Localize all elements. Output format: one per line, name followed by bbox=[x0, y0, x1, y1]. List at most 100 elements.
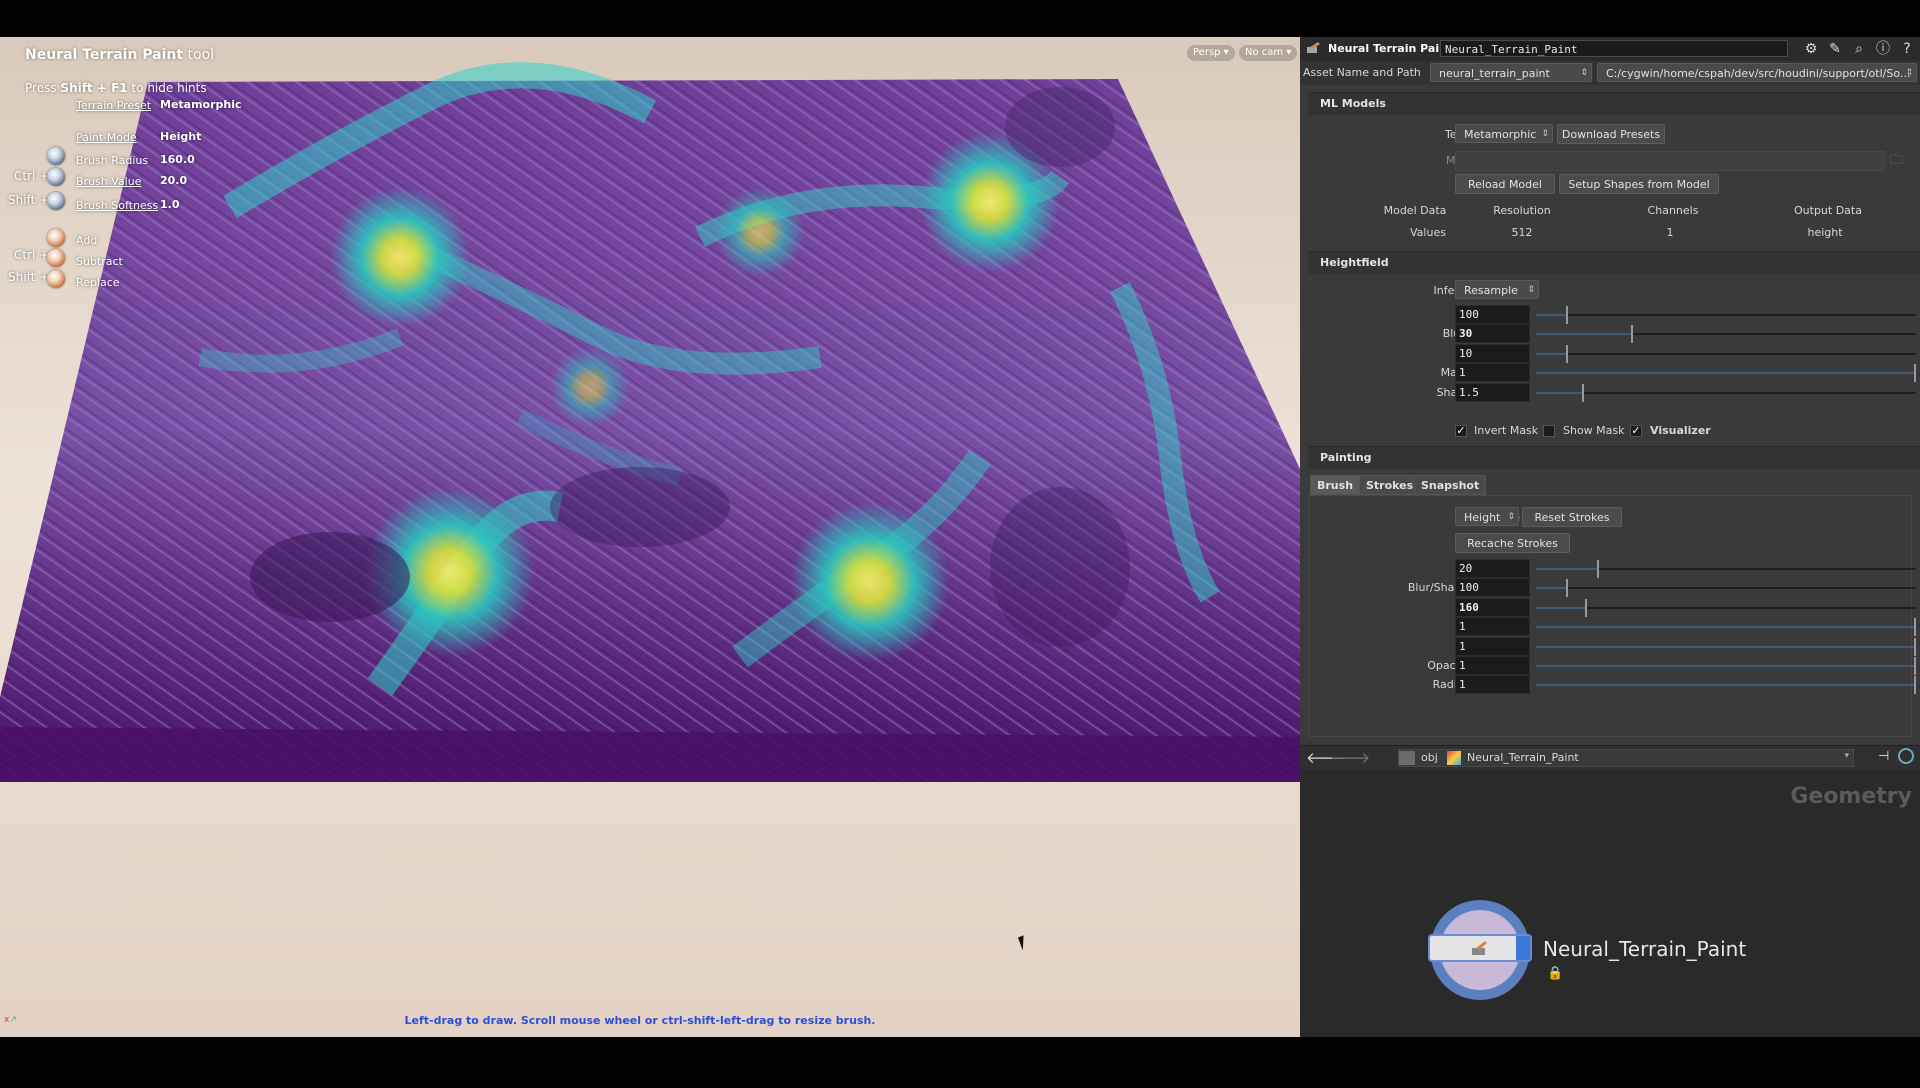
slider-handle[interactable] bbox=[1914, 637, 1916, 656]
hint-prefix: Press bbox=[25, 81, 57, 95]
parameter-panel: Neural Terrain Paint Neural_Terrain_Pain… bbox=[1300, 37, 1920, 1037]
lock-icon[interactable]: 🔒 bbox=[1547, 966, 1563, 981]
invert-mask-checkbox[interactable]: ✓ bbox=[1455, 425, 1467, 437]
tab-brush[interactable]: Brush bbox=[1310, 475, 1361, 495]
paint-mode-select[interactable]: Height ⇕ bbox=[1455, 507, 1519, 526]
table-cell: 1 bbox=[1666, 226, 1674, 239]
asset-path-value: C:/cygwin/home/cspah/dev/src/houdini/sup… bbox=[1606, 67, 1911, 80]
section-ml-models[interactable]: ML Models bbox=[1308, 92, 1920, 115]
slider-handle[interactable] bbox=[1585, 598, 1588, 617]
reload-model-button[interactable]: Reload Model bbox=[1455, 174, 1555, 194]
hud-brush-value-label: Brush Value bbox=[76, 175, 142, 188]
mouse-left-icon bbox=[47, 249, 65, 267]
brush-value-slider[interactable] bbox=[1536, 560, 1916, 578]
network-path-bar[interactable]: obj Neural_Terrain_Paint ▾ bbox=[1398, 749, 1854, 767]
visualizer-checkbox[interactable]: ✓ bbox=[1630, 425, 1642, 437]
blur-mask-field[interactable]: 10 bbox=[1455, 343, 1530, 363]
terrain-preset-select[interactable]: Metamorphic ⇕ bbox=[1455, 124, 1553, 143]
hud-subtract-label: Subtract bbox=[76, 255, 123, 268]
blur-sharpen-radius-slider[interactable] bbox=[1536, 579, 1916, 598]
setup-shapes-button[interactable]: Setup Shapes from Model bbox=[1559, 174, 1719, 194]
mask-strength-field[interactable]: 1 bbox=[1455, 363, 1530, 383]
slider-handle[interactable] bbox=[1631, 325, 1633, 344]
section-heightfield[interactable]: Heightfield bbox=[1308, 251, 1920, 274]
updown-icon: ⇕ bbox=[1905, 68, 1913, 78]
table-cell: 512 bbox=[1511, 226, 1533, 239]
network-view[interactable]: Geometry Neural_Terrain_Paint 🔒 bbox=[1300, 770, 1920, 1037]
mouse-wheel-icon bbox=[47, 192, 65, 210]
download-presets-button[interactable]: Download Presets bbox=[1557, 124, 1665, 144]
network-context-label: Geometry bbox=[1790, 784, 1912, 809]
tool-name: Neural Terrain Paint bbox=[25, 47, 184, 63]
camera-persp-button[interactable]: Persp ▾ bbox=[1187, 45, 1235, 61]
hud-paint-mode-value: Height bbox=[160, 130, 202, 143]
inference-blend-select[interactable]: Resample ⇕ bbox=[1455, 280, 1539, 299]
slider-handle[interactable] bbox=[1581, 383, 1584, 402]
camera-cam-button[interactable]: No cam ▾ bbox=[1239, 45, 1298, 61]
slider-handle[interactable] bbox=[1914, 618, 1916, 637]
hud-terrain-preset-label: Terrain Preset bbox=[76, 99, 152, 112]
blur-mask-slider[interactable] bbox=[1536, 344, 1916, 363]
updown-icon: ⇕ bbox=[1507, 512, 1515, 522]
help-icon[interactable]: ? bbox=[1898, 40, 1916, 58]
node-name-field[interactable]: Neural_Terrain_Paint bbox=[1440, 40, 1788, 57]
mask-strength-slider[interactable] bbox=[1536, 364, 1916, 383]
opacity-slider[interactable] bbox=[1536, 618, 1916, 637]
brush-icon[interactable]: ✎ bbox=[1826, 40, 1844, 58]
tool-title: Neural Terrain Paint tool bbox=[25, 47, 214, 63]
opacity-pressure-slider[interactable] bbox=[1536, 657, 1916, 675]
opacity-field[interactable]: 1 bbox=[1455, 617, 1530, 637]
scene-viewport[interactable]: Neural Terrain Paint tool Press Shift + … bbox=[0, 37, 1300, 1037]
tab-strokes[interactable]: Strokes bbox=[1359, 475, 1421, 495]
hint-suffix: to hide hints bbox=[131, 81, 207, 95]
sharpen-result-field[interactable]: 1.5 bbox=[1455, 382, 1530, 402]
blur-sharpen-radius-field[interactable]: 100 bbox=[1455, 578, 1530, 598]
slider-handle[interactable] bbox=[1566, 579, 1569, 598]
slider-handle[interactable] bbox=[1914, 364, 1916, 383]
radius-field[interactable]: 160 bbox=[1455, 597, 1530, 617]
terrain-heightfield[interactable] bbox=[0, 37, 1300, 1037]
opacity-pressure-field[interactable]: 1 bbox=[1455, 656, 1530, 675]
brush-tab-body bbox=[1308, 495, 1912, 737]
radius-pressure-slider[interactable] bbox=[1536, 676, 1916, 695]
section-painting[interactable]: Painting bbox=[1308, 446, 1920, 469]
slider-handle[interactable] bbox=[1914, 657, 1916, 675]
persp-label: Persp bbox=[1193, 47, 1221, 58]
show-mask-checkbox[interactable] bbox=[1543, 425, 1555, 437]
path-obj[interactable]: obj bbox=[1421, 751, 1438, 764]
slider-handle[interactable] bbox=[1566, 306, 1569, 324]
slider-handle[interactable] bbox=[1566, 344, 1569, 363]
gear-icon[interactable]: ⚙ bbox=[1802, 40, 1820, 58]
chevron-down-icon[interactable]: ▾ bbox=[1844, 751, 1849, 761]
reset-strokes-button[interactable]: Reset Strokes bbox=[1522, 507, 1622, 527]
soft-edge-field[interactable]: 1 bbox=[1455, 636, 1530, 656]
asset-name-select[interactable]: neural_terrain_paint ⇕ bbox=[1430, 63, 1592, 82]
display-flag[interactable] bbox=[1516, 936, 1530, 960]
info-icon[interactable]: ⓘ bbox=[1874, 40, 1892, 58]
brush-value-field[interactable]: 20 bbox=[1455, 559, 1530, 578]
network-node[interactable] bbox=[1428, 900, 1532, 1000]
soft-edge-slider[interactable] bbox=[1536, 637, 1916, 656]
search-icon[interactable]: ⌕ bbox=[1850, 40, 1868, 58]
max-height-slider[interactable] bbox=[1536, 306, 1916, 324]
file-browse-icon[interactable]: 🗀 bbox=[1890, 151, 1903, 173]
recache-strokes-button[interactable]: Recache Strokes bbox=[1455, 533, 1570, 553]
path-node[interactable]: Neural_Terrain_Paint bbox=[1467, 751, 1579, 764]
slider-handle[interactable] bbox=[1596, 560, 1599, 578]
obj-icon bbox=[1399, 751, 1415, 765]
table-cell: height bbox=[1807, 226, 1843, 239]
radius-pressure-field[interactable]: 1 bbox=[1455, 675, 1530, 695]
max-height-field[interactable]: 100 bbox=[1455, 305, 1530, 324]
radius-slider[interactable] bbox=[1536, 598, 1916, 617]
blur-inference-slider[interactable] bbox=[1536, 325, 1916, 344]
slider-handle[interactable] bbox=[1914, 676, 1916, 695]
slider-fill bbox=[1536, 568, 1597, 570]
blur-inference-field[interactable]: 30 bbox=[1455, 324, 1530, 344]
forward-arrow-icon[interactable]: 🡒 bbox=[1330, 748, 1370, 767]
ml-model-file-field[interactable] bbox=[1455, 151, 1885, 171]
pin-icon[interactable]: ⊣ bbox=[1878, 749, 1889, 764]
link-icon[interactable] bbox=[1898, 748, 1914, 764]
sharpen-result-slider[interactable] bbox=[1536, 383, 1916, 402]
tab-snapshot[interactable]: Snapshot bbox=[1414, 475, 1487, 495]
asset-path-select[interactable]: C:/cygwin/home/cspah/dev/src/houdini/sup… bbox=[1597, 63, 1917, 82]
